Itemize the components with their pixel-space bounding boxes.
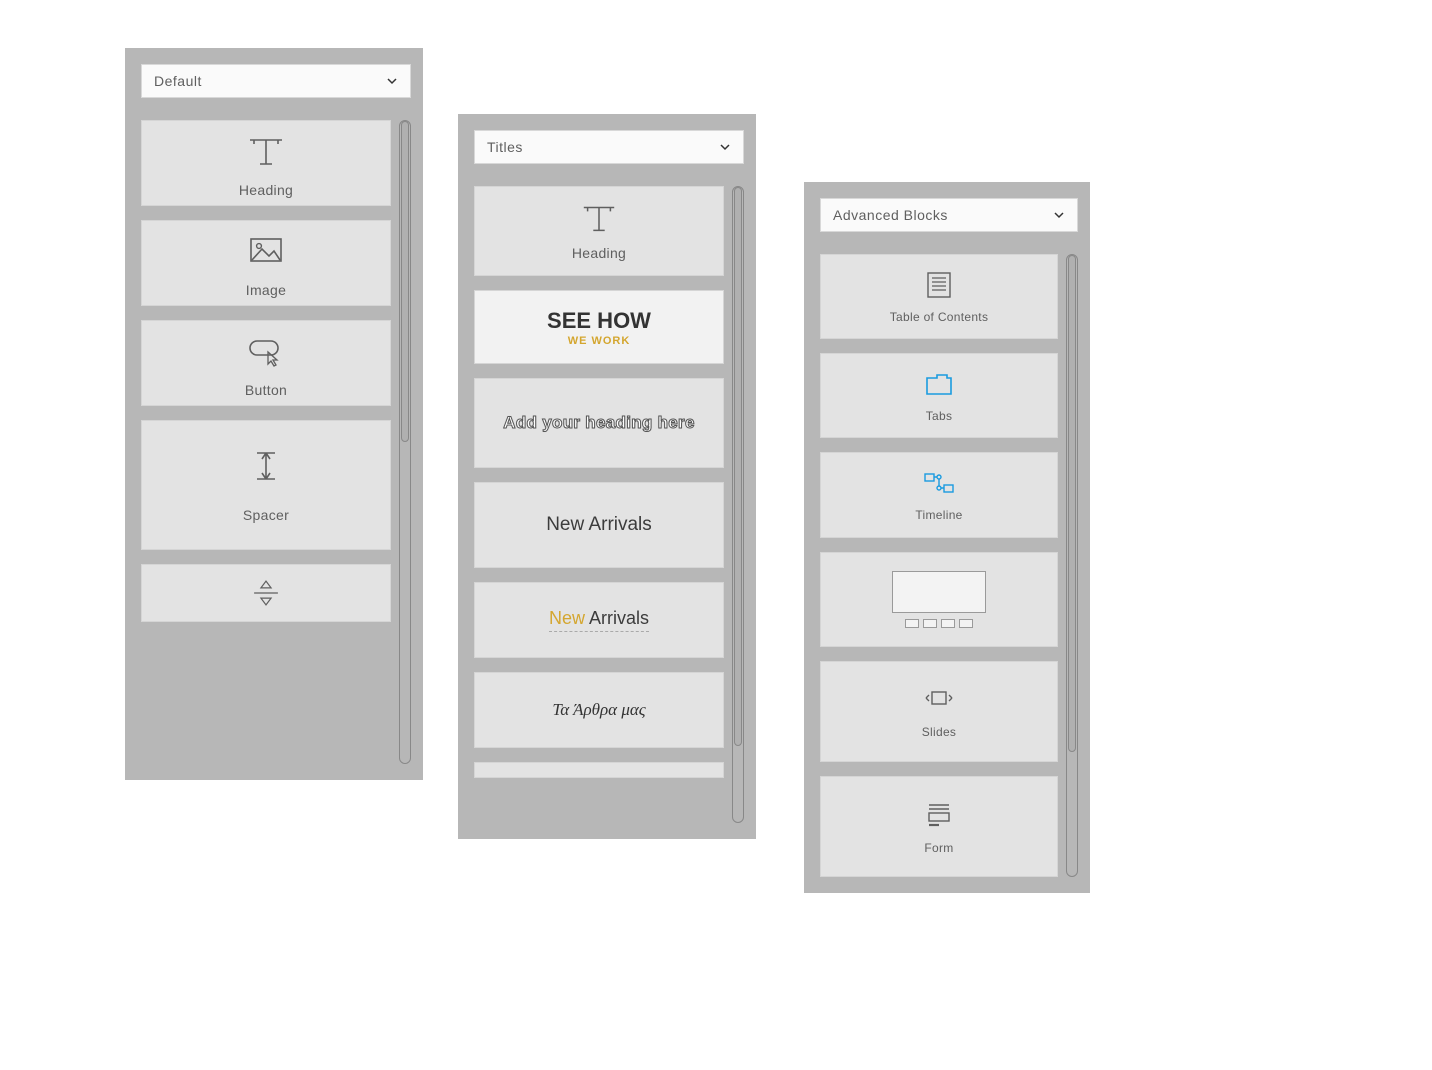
title-outline[interactable]: Add your heading here xyxy=(474,378,724,468)
title-new-arrivals[interactable]: New Arrivals xyxy=(474,482,724,568)
blocks-panel-advanced: Advanced Blocks Table of Contents xyxy=(804,182,1090,893)
block-toc[interactable]: Table of Contents xyxy=(820,254,1058,339)
title-seehow-line1: SEE HOW xyxy=(547,308,651,334)
block-divider[interactable] xyxy=(141,564,391,622)
category-selector-label: Default xyxy=(154,73,202,89)
chevron-down-icon xyxy=(1053,209,1065,221)
category-selector[interactable]: Titles xyxy=(474,130,744,164)
scrollbar-thumb[interactable] xyxy=(401,121,409,442)
block-button-label: Button xyxy=(245,382,287,398)
scrollbar[interactable] xyxy=(1066,254,1078,877)
toc-icon xyxy=(921,270,957,300)
scrollbar[interactable] xyxy=(732,186,744,823)
block-toc-label: Table of Contents xyxy=(890,310,989,324)
title-seehow[interactable]: SEE HOW WE WORK xyxy=(474,290,724,364)
scrollbar-thumb[interactable] xyxy=(734,187,742,746)
scrollbar-thumb[interactable] xyxy=(1068,255,1076,752)
chevron-down-icon xyxy=(386,75,398,87)
block-tabs[interactable]: Tabs xyxy=(820,353,1058,438)
category-selector-label: Titles xyxy=(487,139,523,155)
title-outline-text: Add your heading here xyxy=(503,413,694,433)
block-timeline-label: Timeline xyxy=(915,508,962,522)
category-selector[interactable]: Default xyxy=(141,64,411,98)
block-button[interactable]: Button xyxy=(141,320,391,406)
divider-icon xyxy=(249,576,283,610)
block-list: Heading SEE HOW WE WORK Add your heading… xyxy=(474,186,744,823)
title-new-arrivals-accent[interactable]: New Arrivals xyxy=(474,582,724,658)
title-script-greek-text: Τα Άρθρα μας xyxy=(552,700,645,720)
blocks-panel-titles: Titles Heading SEE HOW WE WORK Add your … xyxy=(458,114,756,839)
block-form[interactable]: Form xyxy=(820,776,1058,877)
title-seehow-line2: WE WORK xyxy=(568,335,631,347)
block-list: Table of Contents Tabs xyxy=(820,254,1078,877)
block-carousel[interactable] xyxy=(820,552,1058,647)
title-new-arrivals-accent-text: New Arrivals xyxy=(549,608,649,632)
category-selector-label: Advanced Blocks xyxy=(833,207,948,223)
carousel-icon xyxy=(892,571,986,628)
block-spacer[interactable]: Spacer xyxy=(141,420,391,550)
tabs-icon xyxy=(921,369,957,399)
heading-icon xyxy=(580,201,618,235)
spacer-icon xyxy=(251,447,281,485)
slides-icon xyxy=(921,683,957,713)
block-form-label: Form xyxy=(924,841,953,855)
title-heading-label: Heading xyxy=(572,245,626,261)
block-slides-label: Slides xyxy=(922,725,956,739)
block-image-label: Image xyxy=(246,282,286,298)
block-timeline[interactable]: Timeline xyxy=(820,452,1058,537)
heading-icon xyxy=(246,134,286,168)
block-heading[interactable]: Heading xyxy=(141,120,391,206)
image-icon xyxy=(246,234,286,268)
category-selector[interactable]: Advanced Blocks xyxy=(820,198,1078,232)
block-image[interactable]: Image xyxy=(141,220,391,306)
title-next-preview[interactable] xyxy=(474,762,724,778)
title-script-greek[interactable]: Τα Άρθρα μας xyxy=(474,672,724,748)
title-new-arrivals-text: New Arrivals xyxy=(546,514,652,536)
block-list: Heading Image xyxy=(141,120,411,764)
scrollbar[interactable] xyxy=(399,120,411,764)
block-heading-label: Heading xyxy=(239,182,293,198)
block-slides[interactable]: Slides xyxy=(820,661,1058,762)
timeline-icon xyxy=(921,468,957,498)
chevron-down-icon xyxy=(719,141,731,153)
button-icon xyxy=(246,334,286,368)
title-heading[interactable]: Heading xyxy=(474,186,724,276)
form-icon xyxy=(921,799,957,829)
block-spacer-label: Spacer xyxy=(243,507,289,523)
blocks-panel-default: Default Heading xyxy=(125,48,423,780)
block-tabs-label: Tabs xyxy=(926,409,953,423)
